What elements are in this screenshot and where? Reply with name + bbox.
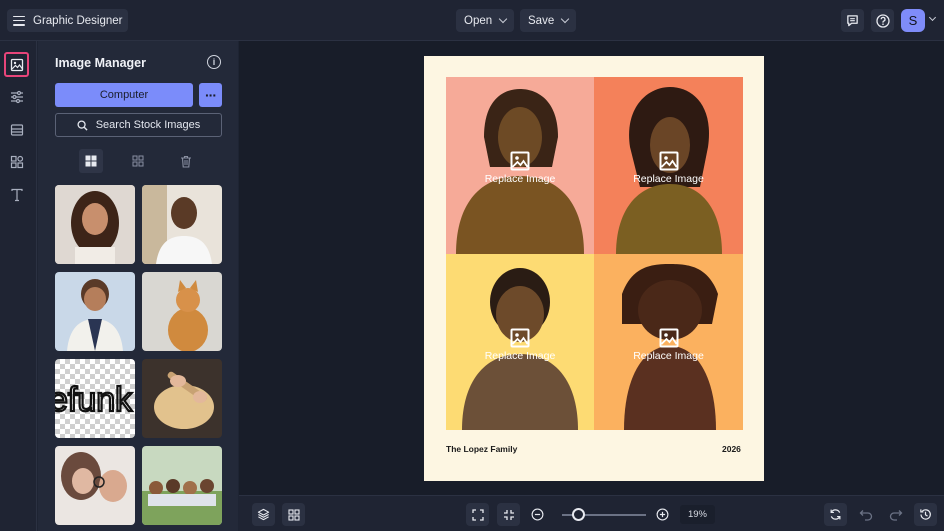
- replace-image-label: Replace Image: [484, 173, 556, 185]
- chevron-down-icon: [498, 14, 508, 24]
- trash-icon: [181, 155, 191, 168]
- main-menu-button[interactable]: Graphic Designer: [7, 9, 129, 32]
- search-stock-label: Search Stock Images: [95, 119, 201, 131]
- thumbnail-efunk-transparent[interactable]: efunk: [55, 359, 135, 438]
- grid-toggle-button[interactable]: [282, 503, 305, 526]
- info-icon[interactable]: i: [207, 55, 221, 69]
- family-name-text[interactable]: The Lopez Family: [446, 444, 517, 454]
- redo-button[interactable]: [884, 503, 907, 526]
- grid-large-icon: [85, 155, 97, 167]
- replace-image-overlay[interactable]: Replace Image: [446, 151, 594, 185]
- layers-button[interactable]: [252, 503, 275, 526]
- large-grid-view-button[interactable]: [79, 149, 103, 173]
- comments-button[interactable]: [841, 9, 864, 32]
- thumbnail-boy-in-vest[interactable]: [55, 272, 135, 351]
- tool-rail: [0, 41, 37, 531]
- rail-text-button[interactable]: [4, 182, 29, 207]
- photo-slot-bottom-right[interactable]: Replace Image: [594, 254, 743, 430]
- rail-images-button[interactable]: [4, 52, 29, 77]
- photo-slot-top-right[interactable]: Replace Image: [594, 77, 743, 254]
- image-icon: [510, 328, 530, 348]
- image-icon: [659, 151, 678, 171]
- search-icon: [77, 119, 88, 131]
- zoom-level-input[interactable]: 19%: [680, 505, 715, 524]
- photo-slot-bottom-left[interactable]: Replace Image: [446, 254, 594, 430]
- hamburger-icon: [13, 15, 25, 26]
- delete-button[interactable]: [174, 149, 198, 173]
- chevron-down-icon: [560, 14, 570, 24]
- image-icon: [510, 151, 530, 171]
- rail-layout-button[interactable]: [4, 117, 29, 142]
- photo-slot-top-left[interactable]: Replace Image: [446, 77, 594, 254]
- thumbnail-woman-with-glasses[interactable]: [55, 446, 135, 525]
- thumbnail-group-in-grass[interactable]: [142, 446, 222, 525]
- more-options-button[interactable]: ···: [199, 83, 222, 107]
- year-text[interactable]: 2026: [722, 444, 741, 454]
- layers-icon: [257, 508, 270, 521]
- panel-title: Image Manager: [55, 56, 147, 70]
- open-label: Open: [464, 14, 493, 27]
- top-bar: Graphic Designer Open Save S: [0, 0, 944, 41]
- replace-image-overlay[interactable]: Replace Image: [446, 328, 594, 362]
- canvas-workspace: Replace Image Replace Image Replace Imag…: [239, 41, 944, 495]
- save-label: Save: [528, 14, 555, 27]
- comment-icon: [847, 15, 858, 27]
- thumbnail-rolling-dough[interactable]: [142, 359, 222, 438]
- rail-graphics-button[interactable]: [4, 149, 29, 174]
- history-icon: [920, 509, 931, 520]
- undo-icon: [859, 509, 872, 521]
- image-icon: [10, 58, 23, 71]
- sync-button[interactable]: [824, 503, 847, 526]
- replace-image-label: Replace Image: [484, 350, 556, 362]
- grid-icon: [287, 508, 300, 521]
- design-page[interactable]: Replace Image Replace Image Replace Imag…: [424, 56, 764, 481]
- replace-image-label: Replace Image: [633, 350, 704, 362]
- computer-upload-button[interactable]: Computer: [55, 83, 193, 107]
- shrink-view-button[interactable]: [497, 503, 520, 526]
- collapse-icon: [503, 509, 514, 520]
- grid-small-icon: [132, 155, 144, 167]
- user-avatar[interactable]: S: [901, 9, 925, 32]
- text-icon: [10, 188, 23, 201]
- app-title: Graphic Designer: [33, 14, 123, 27]
- save-dropdown[interactable]: Save: [520, 9, 577, 32]
- replace-image-overlay[interactable]: Replace Image: [594, 328, 743, 362]
- layout-icon: [10, 123, 23, 136]
- search-stock-images-button[interactable]: Search Stock Images: [55, 113, 222, 137]
- fit-to-screen-button[interactable]: [466, 503, 489, 526]
- image-manager-panel: Image Manager i Computer ··· Search Stoc…: [38, 41, 238, 531]
- zoom-in-icon: [656, 508, 669, 521]
- rail-adjust-button[interactable]: [4, 84, 29, 109]
- replace-image-overlay[interactable]: Replace Image: [594, 151, 743, 185]
- view-toolbar: [55, 149, 222, 173]
- image-icon: [659, 328, 678, 348]
- shapes-icon: [10, 155, 23, 168]
- zoom-out-icon: [531, 508, 544, 521]
- replace-image-label: Replace Image: [633, 173, 704, 185]
- thumbnail-orange-cat[interactable]: [142, 272, 222, 351]
- thumbnail-smiling-man[interactable]: [142, 185, 222, 264]
- expand-icon: [471, 508, 484, 521]
- zoom-in-button[interactable]: [651, 503, 674, 526]
- small-grid-view-button[interactable]: [126, 149, 150, 173]
- help-button[interactable]: [871, 9, 894, 32]
- zoom-slider-knob[interactable]: [571, 508, 585, 521]
- thumbnail-woman-curly-hair[interactable]: [55, 185, 135, 264]
- refresh-icon: [830, 509, 841, 520]
- redo-icon: [889, 509, 902, 521]
- bottom-toolbar: 19%: [239, 495, 944, 531]
- undo-button[interactable]: [854, 503, 877, 526]
- help-icon: [875, 13, 890, 28]
- history-button[interactable]: [914, 503, 937, 526]
- sliders-icon: [10, 90, 23, 103]
- zoom-out-button[interactable]: [526, 503, 549, 526]
- open-dropdown[interactable]: Open: [456, 9, 515, 32]
- chevron-down-icon[interactable]: [928, 13, 937, 22]
- efunk-text: efunk: [55, 381, 133, 419]
